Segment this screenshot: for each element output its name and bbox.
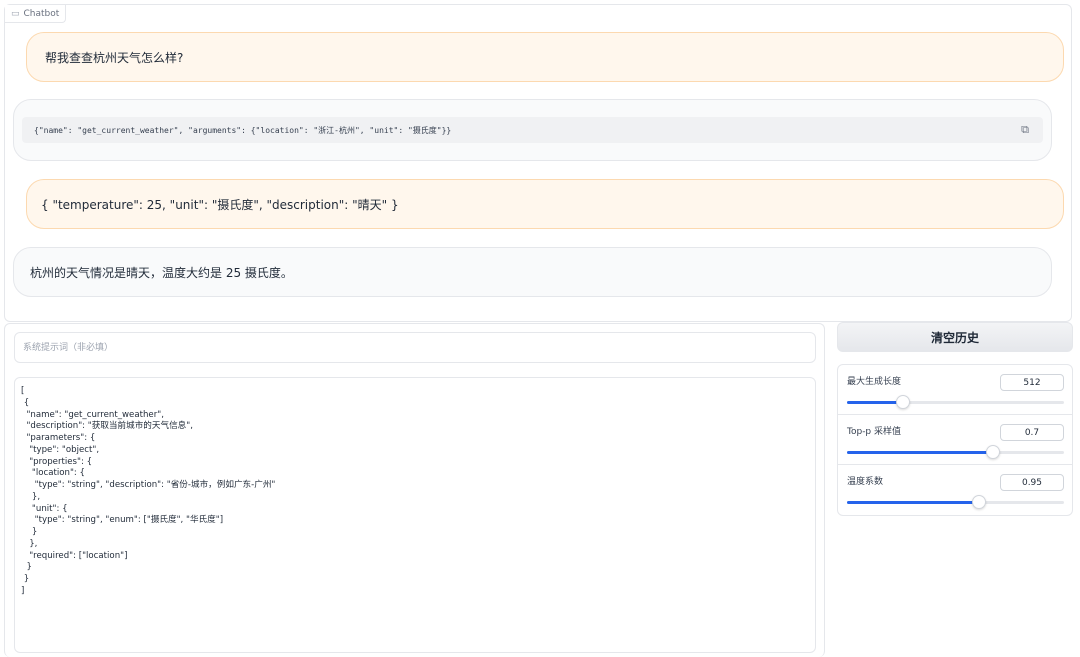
top-p-control: Top-p 采样值 — [838, 415, 1072, 465]
code-block: {"name": "get_current_weather", "argumen… — [22, 117, 1043, 143]
clear-history-button[interactable]: 清空历史 — [837, 322, 1073, 352]
message-text: 杭州的天气情况是晴天，温度大约是 25 摄氏度。 — [30, 265, 293, 280]
chatbot-panel: ▭ Chatbot 帮我查查杭州天气怎么样? {"name": "get_cur… — [4, 4, 1072, 322]
assistant-message: 杭州的天气情况是晴天，温度大约是 25 摄氏度。 — [13, 247, 1052, 297]
code-text: {"name": "get_current_weather", "argumen… — [34, 125, 452, 135]
slider-fill — [847, 501, 980, 504]
message-text: { "temperature": 25, "unit": "摄氏度", "des… — [41, 197, 399, 212]
message-text: 帮我查查杭州天气怎么样? — [45, 50, 184, 65]
slider-fill — [847, 401, 904, 404]
copy-icon[interactable]: ⧉ — [1021, 123, 1029, 137]
assistant-message: {"name": "get_current_weather", "argumen… — [13, 99, 1052, 161]
temperature-slider[interactable] — [847, 495, 1064, 509]
top-p-label: Top-p 采样值 — [847, 427, 902, 437]
max-length-label: 最大生成长度 — [847, 377, 902, 387]
user-message: { "temperature": 25, "unit": "摄氏度", "des… — [26, 179, 1064, 229]
tools-json-textarea[interactable]: [ { "name": "get_current_weather", "desc… — [14, 377, 816, 653]
chatbot-label: ▭ Chatbot — [5, 5, 67, 23]
temperature-label: 温度系数 — [847, 477, 884, 487]
slider-thumb[interactable] — [972, 495, 987, 509]
chatbot-label-text: Chatbot — [23, 8, 60, 19]
top-p-slider[interactable] — [847, 445, 1064, 459]
system-prompt-input[interactable] — [14, 332, 816, 363]
temperature-control: 温度系数 — [838, 465, 1072, 515]
user-message: 帮我查查杭州天气怎么样? — [26, 32, 1064, 82]
parameter-panel: 最大生成长度 Top-p 采样值 温度系数 — [837, 364, 1073, 516]
top-p-input[interactable] — [1000, 424, 1064, 441]
slider-thumb[interactable] — [896, 395, 911, 409]
slider-fill — [847, 451, 994, 454]
max-length-slider[interactable] — [847, 395, 1064, 409]
max-length-control: 最大生成长度 — [838, 365, 1072, 415]
slider-thumb[interactable] — [986, 445, 1001, 459]
chat-icon: ▭ — [11, 8, 20, 19]
max-length-input[interactable] — [1000, 374, 1064, 391]
temperature-input[interactable] — [1000, 474, 1064, 491]
